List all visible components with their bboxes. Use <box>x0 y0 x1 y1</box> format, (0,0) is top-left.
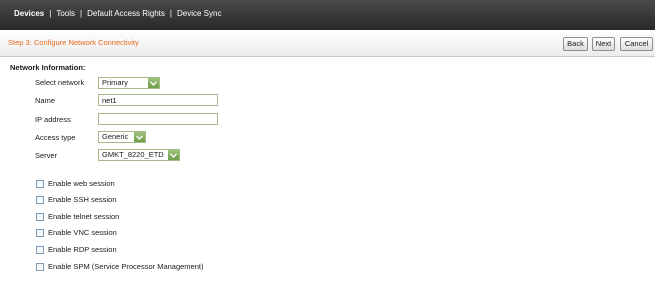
nav-separator: | <box>169 9 172 18</box>
server-dropdown[interactable]: GMKT_8220_ETD <box>98 149 180 161</box>
access-type-dropdown[interactable]: Generic <box>98 131 146 143</box>
enable-vnc-session-checkbox[interactable]: Enable VNC session <box>36 228 117 237</box>
select-network-label: Select network <box>35 78 85 87</box>
access-type-label: Access type <box>35 133 76 142</box>
nav-item-default-access-rights[interactable]: Default Access Rights <box>87 9 165 18</box>
checkbox-box[interactable] <box>36 245 44 254</box>
select-network-dropdown[interactable]: Primary <box>98 77 160 89</box>
checkbox-label: Enable web session <box>48 179 115 188</box>
enable-rdp-session-checkbox[interactable]: Enable RDP session <box>36 245 117 254</box>
select-network-value: Primary <box>102 78 128 87</box>
server-label: Server <box>35 151 58 160</box>
nav-separator: | <box>80 9 83 18</box>
chevron-down-icon <box>148 78 159 88</box>
chevron-down-icon <box>168 150 179 160</box>
section-title: Network Information: <box>10 63 86 72</box>
checkbox-box[interactable] <box>36 179 44 188</box>
nav-separator: | <box>49 9 52 18</box>
checkbox-box[interactable] <box>36 228 44 237</box>
enable-telnet-session-checkbox[interactable]: Enable telnet session <box>36 212 119 221</box>
ip-address-field[interactable] <box>98 113 218 125</box>
server-value: GMKT_8220_ETD <box>102 150 164 159</box>
wizard-step-bar: Step 3: Configure Network Connectivity B… <box>0 30 655 57</box>
next-button[interactable]: Next <box>592 37 615 51</box>
top-navigation-bar: Devices | Tools | Default Access Rights … <box>0 0 655 30</box>
nav-item-tools[interactable]: Tools <box>56 9 75 18</box>
enable-spm-checkbox[interactable]: Enable SPM (Service Processor Management… <box>36 262 203 271</box>
name-field[interactable] <box>98 94 218 106</box>
step-title: Step 3: Configure Network Connectivity <box>8 38 139 47</box>
nav-item-devices[interactable]: Devices <box>14 9 44 18</box>
chevron-down-icon <box>134 132 145 142</box>
checkbox-label: Enable RDP session <box>48 245 117 254</box>
checkbox-box[interactable] <box>36 262 44 271</box>
name-label: Name <box>35 96 56 105</box>
nav-item-device-sync[interactable]: Device Sync <box>177 9 221 18</box>
checkbox-label: Enable telnet session <box>48 212 120 221</box>
cancel-button[interactable]: Cancel <box>620 37 653 51</box>
enable-ssh-session-checkbox[interactable]: Enable SSH session <box>36 195 116 204</box>
checkbox-label: Enable VNC session <box>48 228 117 237</box>
checkbox-label: Enable SPM (Service Processor Management… <box>48 262 204 271</box>
enable-web-session-checkbox[interactable]: Enable web session <box>36 179 115 188</box>
back-button[interactable]: Back <box>563 37 588 51</box>
checkbox-box[interactable] <box>36 195 44 204</box>
checkbox-label: Enable SSH session <box>48 195 117 204</box>
checkbox-box[interactable] <box>36 212 44 221</box>
ip-address-label: IP address <box>35 115 71 124</box>
access-type-value: Generic <box>102 132 129 141</box>
